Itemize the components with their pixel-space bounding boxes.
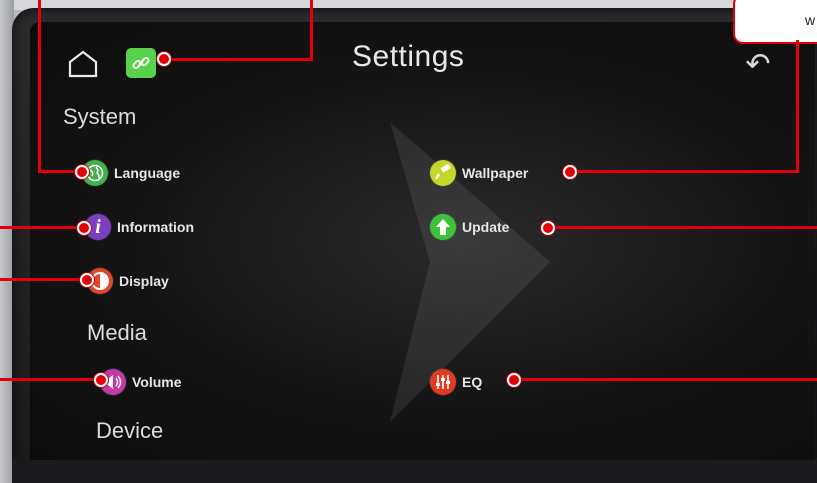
annotation-marker: [563, 165, 577, 179]
menu-item-label: Wallpaper: [462, 165, 529, 181]
annotation-marker: [507, 373, 521, 387]
section-media: Media: [87, 320, 147, 345]
annotation-marker: [541, 221, 555, 235]
annotation-line: [0, 378, 100, 381]
annotation-line: [163, 58, 313, 61]
menu-item-eq[interactable]: EQ: [430, 367, 482, 397]
menu-item-label: Information: [117, 219, 194, 235]
info-glyph: i: [95, 215, 101, 238]
upload-arrow-icon: [430, 214, 456, 240]
home-button[interactable]: [66, 48, 100, 80]
menu-item-language[interactable]: Language: [82, 158, 180, 188]
callout-box: w: [733, 0, 817, 44]
annotation-marker: [94, 373, 108, 387]
annotation-line: [0, 226, 82, 229]
callout-text: w: [805, 12, 816, 28]
menu-item-label: Volume: [132, 374, 182, 390]
menu-item-display[interactable]: Display: [87, 266, 169, 296]
menu-item-label: Language: [114, 165, 181, 181]
section-device-label: Device: [96, 418, 164, 443]
touch-screen: Settings ↶ System Media Device Language …: [30, 22, 815, 460]
annotation-line: [514, 378, 817, 381]
annotation-marker: [80, 273, 94, 287]
menu-item-label: Update: [462, 219, 510, 235]
bezel-bottom: [12, 458, 817, 483]
paint-roller-icon: [430, 160, 456, 186]
home-icon: [68, 50, 98, 78]
page-title: Settings: [352, 40, 465, 73]
annotation-marker: [157, 52, 171, 66]
section-device: Device: [96, 418, 163, 444]
annotation-line: [38, 0, 41, 172]
menu-item-information[interactable]: i Information: [85, 212, 194, 242]
annotation-marker: [77, 221, 91, 235]
annotation-line: [570, 170, 799, 173]
annotation-line: [796, 40, 799, 172]
menu-item-wallpaper[interactable]: Wallpaper: [430, 158, 528, 188]
annotation-line: [310, 0, 313, 60]
annotation-line: [0, 278, 86, 281]
menu-item-label: EQ: [462, 374, 483, 390]
annotation-marker: [75, 165, 89, 179]
phone-link-button[interactable]: [126, 48, 156, 78]
menu-item-update[interactable]: Update: [430, 212, 509, 242]
link-icon: [132, 57, 150, 69]
back-button[interactable]: ↶: [738, 46, 778, 82]
annotation-line: [547, 226, 817, 229]
back-icon: ↶: [745, 47, 771, 81]
section-system: System: [63, 104, 137, 129]
equalizer-icon: [430, 369, 456, 395]
menu-item-volume[interactable]: Volume: [100, 367, 182, 397]
menu-item-label: Display: [119, 273, 169, 289]
